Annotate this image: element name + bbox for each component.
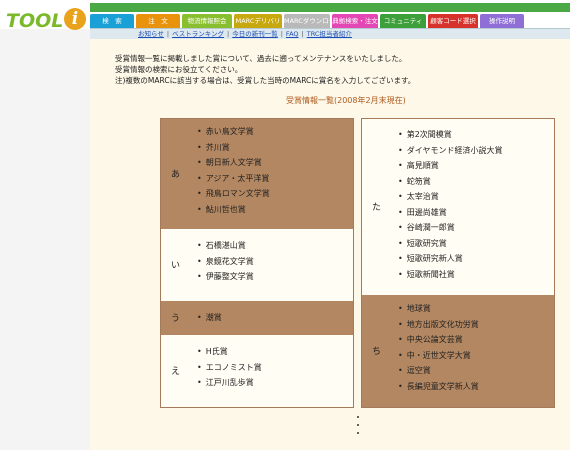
sub-navigation-bar: お知らせ | ベストランキング | 今日の新刊一覧 | FAQ | TRC担当者紹介 — [90, 28, 570, 39]
kana-label: う — [171, 314, 181, 324]
award-item[interactable]: 飛鳥ロマン文学賞 — [197, 186, 270, 202]
award-item[interactable]: 伊藤整文学賞 — [197, 269, 254, 285]
award-item[interactable]: 朝日新人文学賞 — [197, 155, 270, 171]
award-item[interactable]: 田邊尚雄賞 — [398, 205, 502, 221]
more-indicator-dots — [355, 416, 361, 440]
award-item[interactable]: 長編児童文学新人賞 — [398, 379, 479, 395]
right-section-1: た 第2次間模賞ダイヤモンド経済小説大賞高見順賞蛇笏賞太宰治賞田邊尚雄賞谷崎潤一郎… — [362, 119, 554, 295]
award-item[interactable]: 鮎川哲也賞 — [197, 202, 270, 218]
award-list: 第2次間模賞ダイヤモンド経済小説大賞高見順賞蛇笏賞太宰治賞田邊尚雄賞谷崎潤一郎賞… — [398, 127, 503, 283]
right-section-2: ち 地球賞地方出版文化功労賞中央公論文芸賞中・近世文学大賞逗空賞長編児童文学新人賞 — [362, 295, 554, 407]
tab-3[interactable]: 物流情報照会 — [182, 14, 232, 28]
award-item[interactable]: 短歌新聞社賞 — [398, 267, 502, 283]
tab-7[interactable]: コミュニティ — [380, 14, 426, 28]
tab-2[interactable]: 注 文 — [136, 14, 180, 28]
award-item[interactable]: 芥川賞 — [197, 140, 270, 156]
left-panel — [0, 29, 90, 450]
intro-line-3: 注)複数のMARCに該当する場合は、受賞した当時のMARCに賞名を入力してござい… — [115, 76, 416, 85]
tab-1[interactable]: 検 索 — [90, 14, 134, 28]
award-item[interactable]: 江戸川乱歩賞 — [197, 375, 262, 391]
award-list-heading: 受賞情報一覧(2008年2月末現在) — [286, 96, 406, 105]
award-item[interactable]: H氏賞 — [197, 344, 262, 360]
award-column-left: あ 赤い鳥文学賞芥川賞朝日新人文学賞アジア・太平洋賞飛鳥ロマン文学賞鮎川哲也賞い 石… — [160, 118, 354, 408]
award-item[interactable]: 潮賞 — [197, 310, 222, 326]
award-item[interactable]: 逗空賞 — [398, 363, 479, 379]
award-item[interactable]: 蛇笏賞 — [398, 174, 502, 190]
award-item[interactable]: 短歌研究新人賞 — [398, 251, 502, 267]
award-column-right: た 第2次間模賞ダイヤモンド経済小説大賞高見順賞蛇笏賞太宰治賞田邊尚雄賞谷崎潤一郎… — [361, 118, 555, 408]
subnav-separator: | — [227, 30, 230, 38]
left-section-1: あ 赤い鳥文学賞芥川賞朝日新人文学賞アジア・太平洋賞飛鳥ロマン文学賞鮎川哲也賞 — [161, 119, 353, 229]
subnav-separator: | — [301, 30, 304, 38]
kana-label: ち — [372, 347, 382, 357]
tab-6[interactable]: 典拠検索・注文 — [332, 14, 378, 28]
subnav-link-5[interactable]: TRC担当者紹介 — [307, 30, 352, 38]
award-list: 石橋湛山賞泉鏡花文学賞伊藤整文学賞 — [197, 238, 254, 285]
kana-label: い — [171, 261, 181, 271]
kana-label: あ — [171, 170, 181, 180]
award-item[interactable]: アジア・太平洋賞 — [197, 171, 270, 187]
award-item[interactable]: 赤い鳥文学賞 — [197, 124, 270, 140]
sub-navigation-links: お知らせ | ベストランキング | 今日の新刊一覧 | FAQ | TRC担当者紹介 — [138, 30, 352, 39]
award-item[interactable]: エコノミスト賞 — [197, 360, 262, 376]
award-item[interactable]: 第2次間模賞 — [398, 127, 502, 143]
award-item[interactable]: 地方出版文化功労賞 — [398, 317, 479, 333]
award-item[interactable]: 石橋湛山賞 — [197, 238, 254, 254]
main-content: 受賞情報一覧に掲載しました賞について、過去に遡ってメンテナンスをいたしました。 … — [90, 39, 570, 450]
subnav-link-4[interactable]: FAQ — [286, 30, 299, 38]
award-item[interactable]: 短歌研究賞 — [398, 236, 502, 252]
tab-9[interactable]: 操作説明 — [480, 14, 524, 28]
subnav-separator: | — [166, 30, 170, 38]
award-item[interactable]: 太宰治賞 — [398, 189, 502, 205]
award-item[interactable]: 中・近世文学大賞 — [398, 348, 479, 364]
award-list: 潮賞 — [197, 310, 222, 326]
tab-8[interactable]: 顧客コード選択 — [428, 14, 478, 28]
top-green-bar — [90, 3, 570, 12]
subnav-separator: | — [280, 30, 283, 38]
kana-label: え — [171, 367, 181, 377]
award-item[interactable]: 泉鏡花文学賞 — [197, 254, 254, 270]
logo-i-badge: i — [64, 8, 86, 30]
award-item[interactable]: ダイヤモンド経済小説大賞 — [398, 143, 503, 159]
left-section-3: う 潮賞 — [161, 301, 353, 335]
award-item[interactable]: 高見順賞 — [398, 158, 502, 174]
tab-5[interactable]: MARCダウンロード — [284, 14, 330, 28]
tab-4[interactable]: MARCデリバリ — [234, 14, 282, 28]
award-item[interactable]: 地球賞 — [398, 301, 479, 317]
intro-line-1: 受賞情報一覧に掲載しました賞について、過去に遡ってメンテナンスをいたしました。 — [115, 54, 407, 63]
award-list: H氏賞エコノミスト賞江戸川乱歩賞 — [197, 344, 262, 391]
intro-line-2: 受賞情報の検索にお役立てください。 — [115, 65, 243, 74]
subnav-link-1[interactable]: お知らせ — [138, 30, 164, 38]
award-item[interactable]: 谷崎潤一郎賞 — [398, 220, 502, 236]
award-list: 地球賞地方出版文化功労賞中央公論文芸賞中・近世文学大賞逗空賞長編児童文学新人賞 — [398, 301, 479, 394]
intro-text: 受賞情報一覧に掲載しました賞について、過去に遡ってメンテナンスをいたしました。 … — [115, 53, 415, 86]
award-list: 赤い鳥文学賞芥川賞朝日新人文学賞アジア・太平洋賞飛鳥ロマン文学賞鮎川哲也賞 — [197, 124, 270, 217]
kana-label: た — [372, 203, 382, 213]
award-item[interactable]: 中央公論文芸賞 — [398, 332, 479, 348]
logo-text: TOOL — [6, 10, 64, 32]
subnav-link-2[interactable]: ベストランキング — [172, 30, 224, 38]
left-section-4: え H氏賞エコノミスト賞江戸川乱歩賞 — [161, 335, 353, 407]
subnav-link-3[interactable]: 今日の新刊一覧 — [232, 30, 278, 38]
main-nav-tabs: 検 索注 文物流情報照会MARCデリバリMARCダウンロード典拠検索・注文コミュ… — [90, 14, 526, 28]
left-section-2: い 石橋湛山賞泉鏡花文学賞伊藤整文学賞 — [161, 229, 353, 301]
